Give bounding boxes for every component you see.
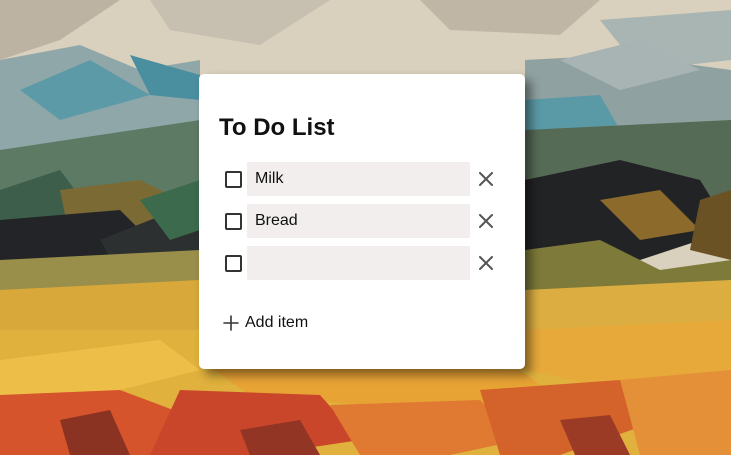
close-icon[interactable] xyxy=(479,172,493,186)
todo-list-title: To Do List xyxy=(219,114,335,141)
close-icon[interactable] xyxy=(479,256,493,270)
todo-item-row xyxy=(223,162,505,196)
todo-list-card: To Do List Add item xyxy=(199,74,525,369)
todo-item-row xyxy=(223,246,505,280)
close-icon[interactable] xyxy=(479,214,493,228)
todo-item-input[interactable] xyxy=(247,246,470,280)
todo-item-checkbox[interactable] xyxy=(225,255,242,272)
todo-item-input[interactable] xyxy=(247,204,470,238)
todo-item-checkbox[interactable] xyxy=(225,171,242,188)
add-item-label: Add item xyxy=(245,314,309,331)
plus-icon xyxy=(223,315,239,331)
add-item-button[interactable]: Add item xyxy=(223,312,308,334)
todo-item-row xyxy=(223,204,505,238)
todo-item-checkbox[interactable] xyxy=(225,213,242,230)
todo-item-input[interactable] xyxy=(247,162,470,196)
